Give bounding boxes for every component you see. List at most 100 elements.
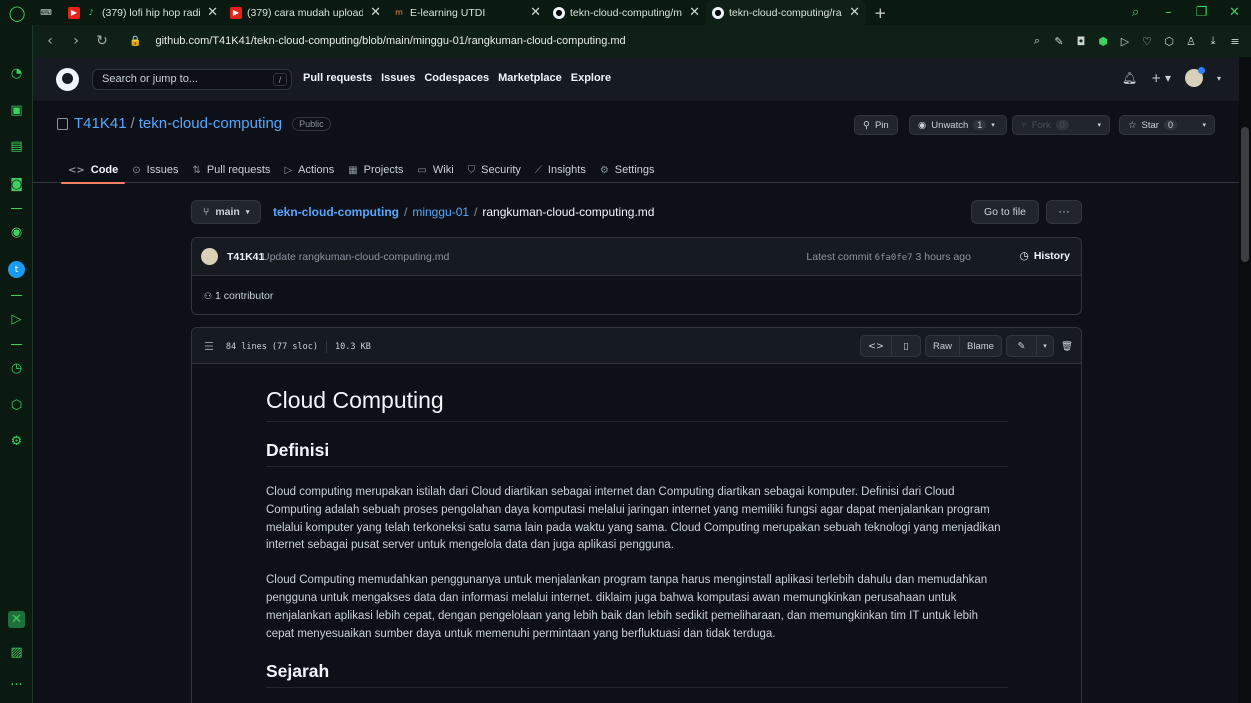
forward-icon[interactable]: › xyxy=(63,33,89,49)
history-button[interactable]: ◷ History xyxy=(1020,250,1070,262)
avatar[interactable] xyxy=(1184,67,1205,87)
play-icon[interactable]: ▷ xyxy=(1117,35,1133,48)
pencil-icon: ✎ xyxy=(1017,340,1026,352)
breadcrumb-folder[interactable]: minggu-01 xyxy=(412,205,469,219)
close-tab-icon[interactable]: ✕ xyxy=(530,5,541,20)
eye-icon: ◉ xyxy=(918,119,927,131)
fork-button[interactable]: ⑂ Fork 0 ▾ xyxy=(1012,115,1110,135)
tab-actions[interactable]: ▷ Actions xyxy=(277,157,341,183)
commit-author[interactable]: T41K41 xyxy=(227,251,264,263)
edit-icon[interactable]: ✎ xyxy=(1051,35,1067,48)
nav-marketplace[interactable]: Marketplace xyxy=(498,72,562,84)
profile-icon[interactable]: ♙ xyxy=(1183,35,1199,48)
tab-wiki[interactable]: ▭ Wiki xyxy=(410,157,460,183)
more-options-button[interactable]: ··· xyxy=(1046,200,1082,224)
tab-settings[interactable]: ⚙ Settings xyxy=(593,157,662,183)
nav-pull-requests[interactable]: Pull requests xyxy=(303,72,372,84)
tab-github-active[interactable]: ● tekn-cloud-computing/rang ✕ xyxy=(706,0,866,25)
nav-codespaces[interactable]: Codespaces xyxy=(424,72,489,84)
create-new-icon[interactable]: + ▾ xyxy=(1151,71,1171,85)
outline-icon[interactable]: ☰ xyxy=(204,340,214,353)
code-view-button[interactable]: <> xyxy=(860,335,892,357)
tab-upload[interactable]: ▶ (379) cara mudah upload fi ✕ xyxy=(224,0,387,25)
repo-name-link[interactable]: tekn-cloud-computing xyxy=(139,115,282,132)
tab-gamepad[interactable]: ⌨ xyxy=(34,0,62,25)
nav-explore[interactable]: Explore xyxy=(571,72,611,84)
vpn-icon[interactable]: ⬢ xyxy=(1095,35,1111,48)
tab-code[interactable]: <> Code xyxy=(61,157,126,184)
chevron-down-icon[interactable]: ▾ xyxy=(1217,74,1221,83)
pin-button[interactable]: ⚲ Pin xyxy=(854,115,898,135)
commit-message[interactable]: Update rangkuman-cloud-computing.md xyxy=(262,251,449,263)
twitter-icon[interactable]: t xyxy=(8,261,25,278)
star-button[interactable]: ☆ Star 0 ▾ xyxy=(1119,115,1215,135)
scrollbar[interactable] xyxy=(1239,57,1251,703)
gx-corner-icon[interactable]: ✕ xyxy=(8,611,25,628)
cube-icon[interactable]: ⬡ xyxy=(1161,35,1177,48)
whatsapp-icon[interactable]: ◉ xyxy=(8,224,25,241)
preview-button[interactable]: ▯ xyxy=(891,335,921,357)
avatar[interactable] xyxy=(201,248,218,265)
search-icon[interactable]: ⌕ xyxy=(1119,5,1152,20)
search-input[interactable]: Search or jump to... / xyxy=(92,69,292,90)
breadcrumb-repo[interactable]: tekn-cloud-computing xyxy=(273,205,399,219)
close-tab-icon[interactable]: ✕ xyxy=(849,5,860,20)
extensions-icon[interactable]: ⬡ xyxy=(8,397,25,414)
tab-pull-requests[interactable]: ⇅ Pull requests xyxy=(185,157,277,183)
heart-icon[interactable]: ♡ xyxy=(1139,35,1155,48)
camera-icon[interactable]: ◘ xyxy=(1073,35,1089,48)
branch-select[interactable]: ⑂ main ▾ xyxy=(191,200,262,224)
download-icon[interactable]: ⤓ xyxy=(1205,34,1221,48)
restore-icon[interactable]: ❐ xyxy=(1185,5,1218,20)
close-tab-icon[interactable]: ✕ xyxy=(689,5,700,20)
tab-issues-label: Issues xyxy=(146,164,179,176)
go-to-file-button[interactable]: Go to file xyxy=(971,200,1040,224)
tab-lofi[interactable]: ▶ ♪ (379) lofi hip hop radio ✕ xyxy=(62,0,224,25)
twitch-icon[interactable]: ▤ xyxy=(8,138,25,155)
search-page-icon[interactable]: ⌕ xyxy=(1029,34,1045,48)
audio-playing-icon[interactable]: ♪ xyxy=(85,7,97,19)
history-icon[interactable]: ◷ xyxy=(8,360,25,377)
tab-security[interactable]: ⛉ Security xyxy=(461,157,528,183)
breadcrumb-file: rangkuman-cloud-computing.md xyxy=(482,205,655,219)
unwatch-button[interactable]: ◉ Unwatch 1 ▾ xyxy=(909,115,1007,135)
commit-sha[interactable]: 6fa0fe7 xyxy=(875,253,913,263)
history-label: History xyxy=(1033,250,1070,262)
close-tab-icon[interactable]: ✕ xyxy=(370,5,381,20)
tab-elearning[interactable]: m E-learning UTDI ✕ xyxy=(387,0,547,25)
blame-button[interactable]: Blame xyxy=(959,335,1002,357)
repo-owner-link[interactable]: T41K41 xyxy=(74,115,127,132)
raw-button[interactable]: Raw xyxy=(925,335,960,357)
minimize-icon[interactable]: – xyxy=(1152,5,1185,20)
new-tab-button[interactable]: + xyxy=(866,4,895,22)
edit-button[interactable]: ✎ xyxy=(1006,335,1037,357)
nav-issues[interactable]: Issues xyxy=(381,72,415,84)
browser-logo-icon[interactable]: ◯ xyxy=(0,0,34,25)
browser-sidebar: ◔ ▣ ▤ ◙ ◉ t ▷ ◷ ⬡ ⚙ ✕ ▨ ··· xyxy=(0,25,33,703)
close-window-icon[interactable]: ✕ xyxy=(1218,5,1251,20)
tab-github-1[interactable]: ● tekn-cloud-computing/mi ✕ xyxy=(547,0,706,25)
edit-options-button[interactable]: ▾ xyxy=(1036,335,1054,357)
delete-button[interactable]: 🗑︎ xyxy=(1058,335,1076,357)
gx-control-icon[interactable]: ▣ xyxy=(8,102,25,119)
heading-definisi: Definisi xyxy=(266,440,1008,467)
back-icon[interactable]: ‹ xyxy=(37,33,63,49)
menu-icon[interactable]: ≡ xyxy=(1227,35,1243,48)
reload-icon[interactable]: ↻ xyxy=(89,33,115,49)
tab-insights[interactable]: ⟋ Insights xyxy=(528,157,593,183)
tab-title: (379) cara mudah upload fi xyxy=(247,6,364,19)
contributors[interactable]: ⚇ 1 contributor xyxy=(204,290,273,302)
notifications-icon[interactable]: 🔔︎ xyxy=(1122,71,1137,85)
scrollbar-thumb[interactable] xyxy=(1241,127,1249,262)
github-logo-icon[interactable] xyxy=(56,68,79,91)
speed-dial-icon[interactable]: ◔ xyxy=(8,65,25,82)
tab-issues[interactable]: ⊙ Issues xyxy=(125,157,185,183)
url-field[interactable]: 🔒 github.com/T41K41/tekn-cloud-computing… xyxy=(129,29,1029,53)
player-icon[interactable]: ▷ xyxy=(8,311,25,328)
settings-icon[interactable]: ⚙ xyxy=(8,433,25,450)
tab-projects[interactable]: ▦ Projects xyxy=(341,157,410,183)
wallpaper-icon[interactable]: ▨ xyxy=(8,644,25,661)
more-icon[interactable]: ··· xyxy=(8,677,25,694)
close-tab-icon[interactable]: ✕ xyxy=(207,5,218,20)
discord-icon[interactable]: ◙ xyxy=(8,176,25,193)
